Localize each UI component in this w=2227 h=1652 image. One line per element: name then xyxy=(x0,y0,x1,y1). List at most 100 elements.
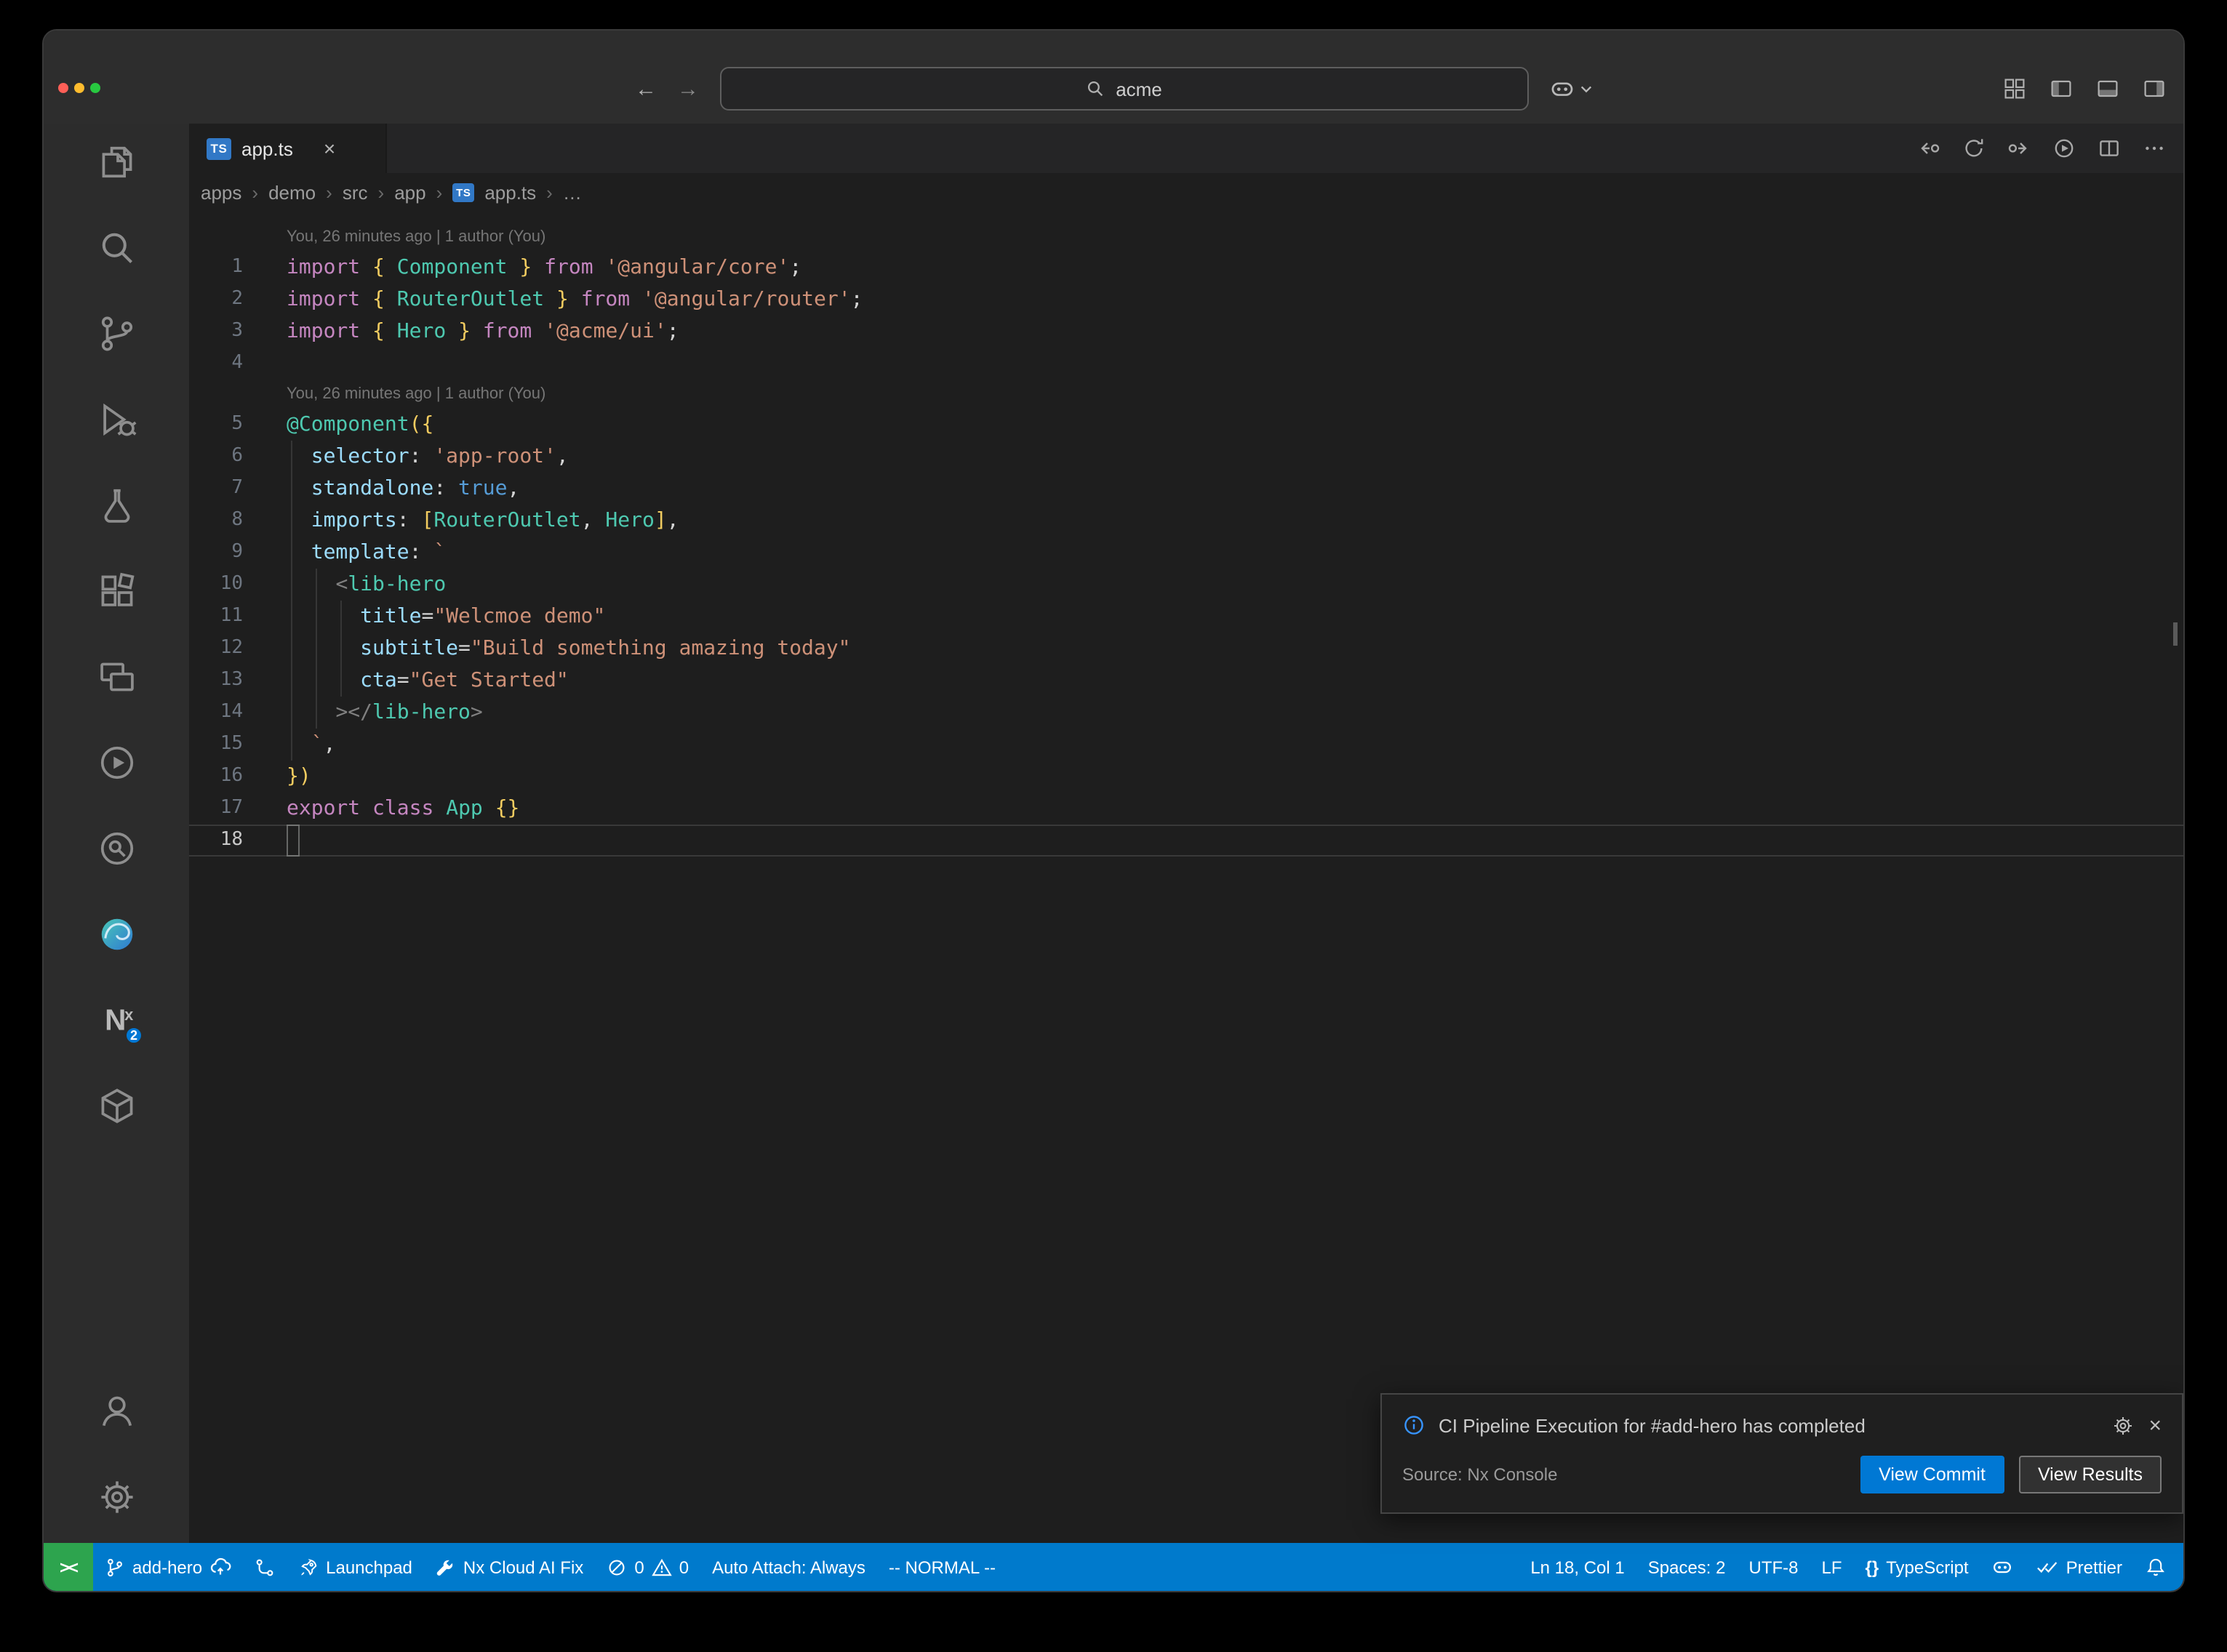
code-line[interactable]: import { Component } from '@angular/core… xyxy=(276,252,801,284)
line-number: 7 xyxy=(189,473,276,505)
code-line[interactable]: ></lib-hero> xyxy=(276,697,483,729)
package-explorer-icon[interactable] xyxy=(96,1085,137,1126)
breadcrumb-file[interactable]: app.ts xyxy=(484,181,536,203)
language-mode-item[interactable]: {} TypeScript xyxy=(1854,1543,1980,1591)
code-line[interactable]: title="Welcmoe demo" xyxy=(276,601,605,633)
code-search-icon[interactable] xyxy=(96,827,137,868)
code-line[interactable]: subtitle="Build something amazing today" xyxy=(276,633,851,665)
eol-item[interactable]: LF xyxy=(1810,1543,1854,1591)
breadcrumb-symbol-ellipsis[interactable]: … xyxy=(563,181,582,203)
breadcrumb-item[interactable]: apps xyxy=(201,181,241,203)
play-circle-icon[interactable] xyxy=(96,742,137,782)
titlebar: ← → acme xyxy=(44,31,2183,124)
code-line[interactable]: imports: [RouterOutlet, Hero], xyxy=(276,505,679,537)
code-line[interactable]: template: ` xyxy=(276,537,446,569)
code-line[interactable]: cta="Get Started" xyxy=(276,665,569,697)
encoding-item[interactable]: UTF-8 xyxy=(1738,1543,1810,1591)
overview-ruler-mark xyxy=(2173,622,2178,646)
more-actions-icon[interactable] xyxy=(2143,137,2166,160)
titlebar-center: ← → acme xyxy=(44,64,2183,113)
breadcrumb-item[interactable]: src xyxy=(343,181,368,203)
tab-app-ts[interactable]: TS app.ts × xyxy=(189,124,387,173)
editor[interactable]: You, 26 minutes ago | 1 author (You)1imp… xyxy=(189,211,2183,1543)
auto-attach-item[interactable]: Auto Attach: Always xyxy=(700,1543,877,1591)
cursor-position-item[interactable]: Ln 18, Col 1 xyxy=(1519,1543,1636,1591)
toggle-panel-icon[interactable] xyxy=(2096,77,2119,100)
code-line[interactable]: selector: 'app-root', xyxy=(276,441,569,473)
line-number: 16 xyxy=(189,761,276,793)
activity-bar: N x 2 xyxy=(44,124,189,1543)
remote-icon: >< xyxy=(60,1557,77,1577)
vim-mode-item[interactable]: -- NORMAL -- xyxy=(877,1543,1007,1591)
previous-change-icon[interactable] xyxy=(1917,137,1940,160)
language-label: TypeScript xyxy=(1886,1557,1968,1577)
breadcrumb-item[interactable]: app xyxy=(394,181,425,203)
code-line[interactable]: @Component({ xyxy=(276,409,433,441)
nx-cloud-label: Nx Cloud AI Fix xyxy=(463,1557,583,1577)
code-line[interactable]: }) xyxy=(276,761,311,793)
vscode-window: ← → acme xyxy=(42,29,2185,1592)
forward-icon[interactable]: → xyxy=(677,78,699,100)
launchpad-item[interactable]: Launchpad xyxy=(287,1543,424,1591)
code-line[interactable] xyxy=(276,348,287,380)
code-line-row: 13 cta="Get Started" xyxy=(189,665,2183,697)
toggle-primary-sidebar-icon[interactable] xyxy=(2050,77,2073,100)
split-editor-icon[interactable] xyxy=(2098,137,2121,160)
chevron-right-icon: › xyxy=(252,181,258,203)
view-commit-button[interactable]: View Commit xyxy=(1860,1456,2004,1493)
formatter-item[interactable]: Prettier xyxy=(2026,1543,2134,1591)
back-icon[interactable]: ← xyxy=(635,78,657,100)
extensions-icon[interactable] xyxy=(96,570,137,611)
notification-close-icon[interactable]: × xyxy=(2148,1414,2162,1436)
explorer-icon[interactable] xyxy=(96,141,137,182)
remote-indicator[interactable]: >< xyxy=(44,1543,93,1591)
blame-codelens[interactable]: You, 26 minutes ago | 1 author (You) xyxy=(276,222,545,252)
code-line[interactable]: import { Hero } from '@acme/ui'; xyxy=(276,316,679,348)
copilot-status-icon xyxy=(1992,1556,2014,1578)
settings-gear-icon[interactable] xyxy=(96,1476,137,1517)
code-line[interactable]: import { RouterOutlet } from '@angular/r… xyxy=(276,284,863,316)
line-number: 10 xyxy=(189,569,276,601)
run-icon[interactable] xyxy=(2052,137,2076,160)
nx-console-icon[interactable]: N x 2 xyxy=(96,999,137,1040)
branch-item[interactable]: add-hero xyxy=(93,1543,243,1591)
code-line-row: 14 ></lib-hero> xyxy=(189,697,2183,729)
refresh-icon[interactable] xyxy=(1962,137,1986,160)
typescript-file-icon: TS xyxy=(452,183,474,201)
customize-layout-icon[interactable] xyxy=(2003,77,2026,100)
code-line[interactable]: export class App {} xyxy=(276,793,519,825)
command-center-search[interactable]: acme xyxy=(719,67,1528,111)
error-count: 0 xyxy=(634,1557,644,1577)
testing-icon[interactable] xyxy=(96,484,137,525)
accounts-icon[interactable] xyxy=(96,1390,137,1431)
problems-item[interactable]: 0 0 xyxy=(595,1543,700,1591)
indentation-item[interactable]: Spaces: 2 xyxy=(1636,1543,1738,1591)
run-debug-icon[interactable] xyxy=(96,398,137,439)
git-graph-item[interactable] xyxy=(243,1543,287,1591)
status-bar-right: Ln 18, Col 1 Spaces: 2 UTF-8 LF {} TypeS… xyxy=(1519,1543,2183,1591)
code-line[interactable]: <lib-hero xyxy=(276,569,446,601)
view-results-button[interactable]: View Results xyxy=(2019,1456,2162,1493)
code-line[interactable]: `, xyxy=(276,729,335,761)
copilot-menu[interactable] xyxy=(1548,76,1592,102)
search-view-icon[interactable] xyxy=(96,227,137,268)
edge-tools-icon[interactable] xyxy=(96,913,137,954)
code-line-row: 1import { Component } from '@angular/cor… xyxy=(189,252,2183,284)
code-line[interactable]: standalone: true, xyxy=(276,473,519,505)
toggle-secondary-sidebar-icon[interactable] xyxy=(2143,77,2166,100)
code-line[interactable] xyxy=(276,825,287,857)
copilot-status-item[interactable] xyxy=(1980,1543,2026,1591)
code-line-row: 18 xyxy=(189,825,2183,857)
remote-explorer-icon[interactable] xyxy=(96,656,137,697)
notification-gear-icon[interactable] xyxy=(2112,1414,2134,1436)
notifications-bell-item[interactable] xyxy=(2134,1543,2178,1591)
tab-close-icon[interactable]: × xyxy=(324,138,335,159)
blame-codelens[interactable]: You, 26 minutes ago | 1 author (You) xyxy=(276,380,545,409)
code-line-row: 9 template: ` xyxy=(189,537,2183,569)
next-change-icon[interactable] xyxy=(2007,137,2031,160)
nx-cloud-item[interactable]: Nx Cloud AI Fix xyxy=(424,1543,595,1591)
source-control-icon[interactable] xyxy=(96,313,137,353)
gutter xyxy=(189,380,276,409)
breadcrumb-item[interactable]: demo xyxy=(268,181,316,203)
editor-group: TS app.ts × xyxy=(189,124,2183,1543)
